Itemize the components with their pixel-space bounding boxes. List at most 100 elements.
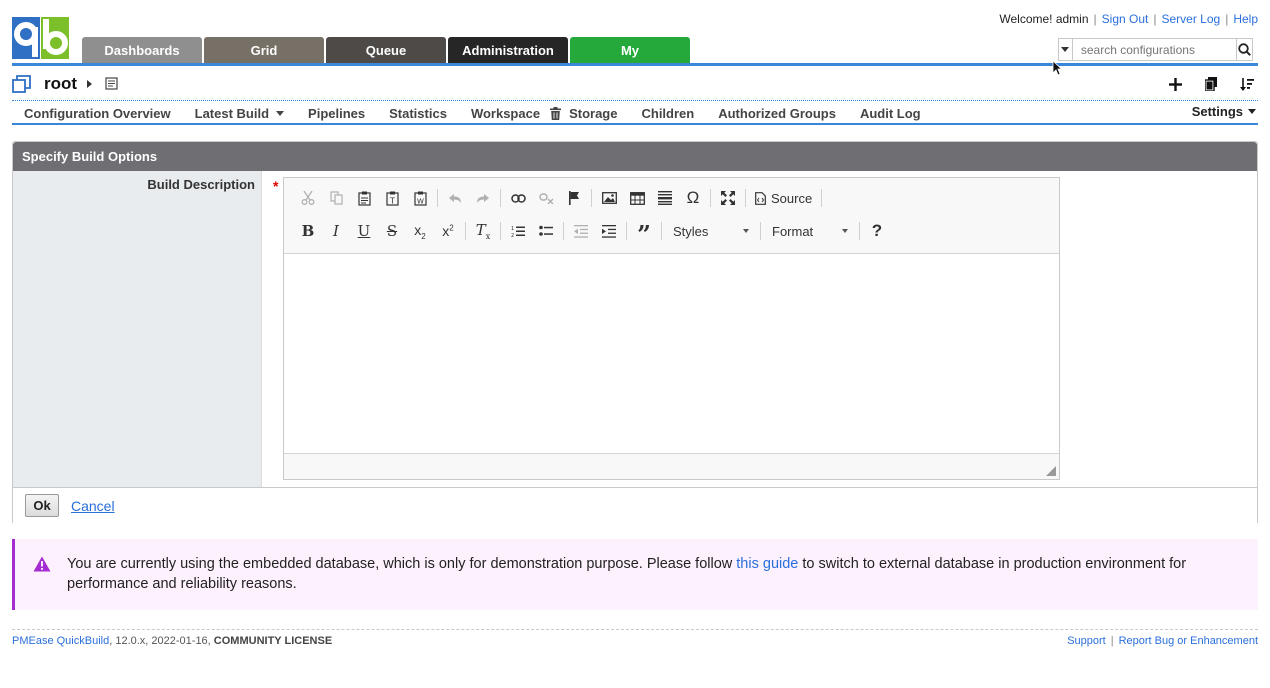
- copy-button[interactable]: [322, 186, 350, 210]
- resize-handle-icon[interactable]: [1046, 466, 1056, 476]
- styles-label: Styles: [673, 223, 709, 239]
- add-configuration-button[interactable]: [1166, 76, 1184, 92]
- unlink-button[interactable]: [532, 186, 560, 210]
- numbered-list-icon: 12: [511, 226, 525, 238]
- cancel-link[interactable]: Cancel: [71, 498, 115, 514]
- main-tabs: Dashboards Grid Queue Administration My: [82, 37, 690, 63]
- source-label: Source: [771, 190, 813, 206]
- superscript-icon: x2: [442, 223, 454, 239]
- build-options-panel: Specify Build Options Build Description …: [12, 141, 1258, 523]
- redo-button[interactable]: [469, 186, 497, 210]
- underline-icon: U: [357, 222, 371, 240]
- caret-right-icon[interactable]: [87, 80, 92, 88]
- remove-format-button[interactable]: Tx: [469, 219, 497, 243]
- undo-icon: [449, 193, 461, 203]
- settings-menu[interactable]: Settings: [1192, 104, 1256, 119]
- license-text: COMMUNITY LICENSE: [213, 635, 333, 647]
- tab-grid[interactable]: Grid: [204, 37, 324, 63]
- special-character-button[interactable]: Ω: [679, 186, 707, 210]
- maximize-button[interactable]: [714, 186, 742, 210]
- configuration-icon: [12, 75, 31, 93]
- indent-icon: [602, 224, 616, 238]
- notes-icon[interactable]: [105, 77, 118, 90]
- caret-down-icon: [1248, 109, 1256, 114]
- bulleted-list-button[interactable]: [532, 219, 560, 243]
- redo-icon: [477, 193, 489, 203]
- horizontal-line-button[interactable]: [651, 186, 679, 210]
- link-button[interactable]: [504, 186, 532, 210]
- version-text: , 12.0.x, 2022-01-16,: [109, 635, 214, 647]
- increase-indent-button[interactable]: [595, 219, 623, 243]
- strikethrough-button[interactable]: S: [378, 219, 406, 243]
- configuration-name[interactable]: root: [44, 74, 77, 94]
- paste-text-button[interactable]: T: [378, 186, 406, 210]
- numbered-list-button[interactable]: 12: [504, 219, 532, 243]
- subnav-storage[interactable]: Storage: [569, 106, 617, 121]
- build-description-textarea[interactable]: [284, 253, 1059, 454]
- format-label: Format: [772, 223, 814, 239]
- user-links: Welcome! admin | Sign Out | Server Log | Help: [999, 12, 1258, 26]
- search-input[interactable]: [1072, 39, 1236, 60]
- superscript-button[interactable]: x2: [434, 219, 462, 243]
- editor-help-button[interactable]: ?: [863, 219, 891, 243]
- help-link[interactable]: Help: [1233, 12, 1258, 26]
- omega-icon: Ω: [686, 188, 700, 207]
- support-link[interactable]: Support: [1067, 635, 1106, 647]
- quickbuild-logo[interactable]: [12, 17, 69, 59]
- product-link[interactable]: PMEase QuickBuild: [12, 635, 109, 647]
- welcome-text: Welcome! admin: [999, 12, 1089, 26]
- anchor-button[interactable]: [560, 186, 588, 210]
- bold-button[interactable]: B: [294, 219, 322, 243]
- subnav-children[interactable]: Children: [641, 106, 694, 121]
- italic-button[interactable]: I: [322, 219, 350, 243]
- search-button[interactable]: [1235, 39, 1252, 60]
- cut-button[interactable]: [294, 186, 322, 210]
- ok-button[interactable]: Ok: [25, 494, 59, 517]
- alert-message: You are currently using the embedded dat…: [67, 554, 1227, 594]
- subnav-authorized-groups[interactable]: Authorized Groups: [718, 106, 836, 121]
- subscript-button[interactable]: x2: [406, 219, 434, 243]
- underline-button[interactable]: U: [350, 219, 378, 243]
- undo-button[interactable]: [441, 186, 469, 210]
- plus-icon: [1168, 77, 1182, 91]
- subnav-divider: [12, 123, 1258, 125]
- decrease-indent-button[interactable]: [567, 219, 595, 243]
- paste-word-icon: W: [413, 191, 427, 206]
- svg-text:1: 1: [511, 226, 514, 232]
- subnav-statistics[interactable]: Statistics: [389, 106, 447, 121]
- tab-administration[interactable]: Administration: [448, 37, 568, 63]
- database-guide-link[interactable]: this guide: [736, 556, 798, 572]
- tab-my[interactable]: My: [570, 37, 690, 63]
- sign-out-link[interactable]: Sign Out: [1102, 12, 1149, 26]
- tab-queue[interactable]: Queue: [326, 37, 446, 63]
- search-icon: [1238, 43, 1251, 56]
- report-bug-link[interactable]: Report Bug or Enhancement: [1119, 635, 1258, 647]
- mouse-cursor-icon: [1052, 60, 1062, 76]
- source-button[interactable]: Source: [749, 191, 818, 206]
- sort-configurations-button[interactable]: [1238, 76, 1256, 92]
- table-button[interactable]: [623, 186, 651, 210]
- paste-word-button[interactable]: W: [406, 186, 434, 210]
- paste-button[interactable]: [350, 186, 378, 210]
- format-dropdown[interactable]: Format: [766, 220, 854, 242]
- configuration-actions: [1166, 76, 1256, 92]
- subnav-workspace[interactable]: Workspace: [471, 106, 540, 121]
- subnav-latest-build[interactable]: Latest Build: [195, 106, 285, 121]
- header-divider: [12, 63, 1258, 66]
- subnav-audit-log[interactable]: Audit Log: [860, 106, 921, 121]
- server-log-link[interactable]: Server Log: [1161, 12, 1220, 26]
- flag-icon: [569, 191, 579, 205]
- trash-icon[interactable]: [550, 106, 562, 120]
- copy-icon: [1205, 77, 1217, 91]
- subnav-pipelines[interactable]: Pipelines: [308, 106, 365, 121]
- blockquote-button[interactable]: ”: [630, 219, 658, 247]
- search-scope-dropdown[interactable]: [1059, 39, 1073, 60]
- footer-version: PMEase QuickBuild, 12.0.x, 2022-01-16, C…: [12, 635, 332, 647]
- help-icon: ?: [871, 221, 883, 240]
- subnav-configuration-overview[interactable]: Configuration Overview: [24, 106, 171, 121]
- image-button[interactable]: [595, 186, 623, 210]
- styles-dropdown[interactable]: Styles: [667, 220, 755, 242]
- field-label-column: Build Description: [13, 171, 262, 487]
- tab-dashboards[interactable]: Dashboards: [82, 37, 202, 63]
- copy-configuration-button[interactable]: [1202, 76, 1220, 92]
